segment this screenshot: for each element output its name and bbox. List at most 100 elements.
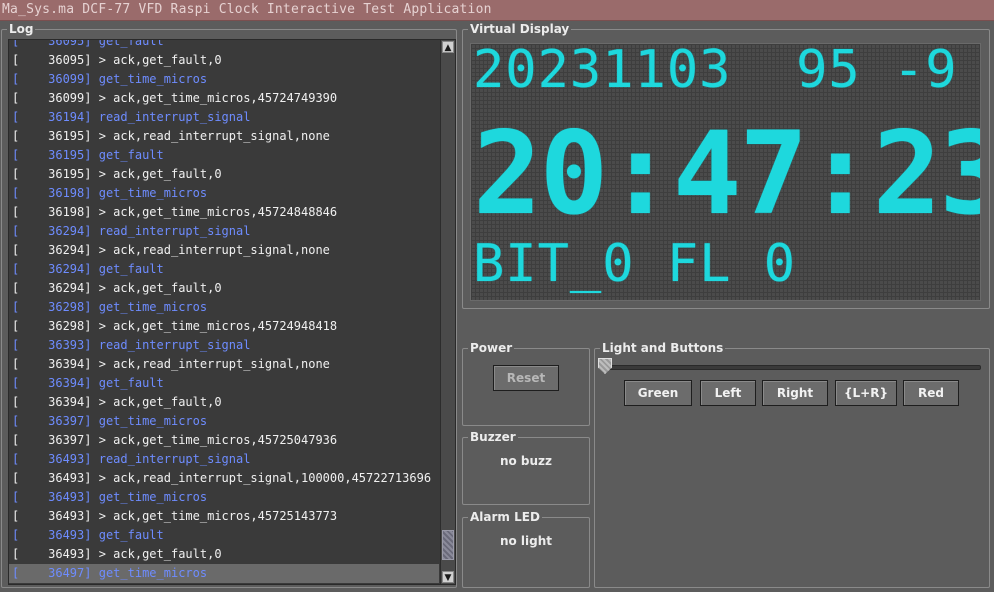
log-line[interactable]: [ 36099] get_time_micros	[9, 70, 439, 89]
scroll-down-icon[interactable]: ▼	[442, 571, 454, 583]
vfd-date-line: 20231103 95 -9	[473, 43, 958, 100]
log-timestamp: [ 36493]	[12, 528, 92, 542]
alarm-led-group: Alarm LED no light	[462, 509, 590, 588]
log-timestamp: [ 36493]	[12, 490, 92, 504]
reset-button[interactable]: Reset	[493, 365, 559, 391]
log-line[interactable]: [ 36294] get_fault	[9, 260, 439, 279]
log-message: > ack,get_time_micros,45724848846	[98, 205, 338, 219]
log-message: > ack,get_time_micros,45724948418	[98, 319, 338, 333]
log-timestamp: [ 36394]	[12, 376, 92, 390]
log-message: > ack,read_interrupt_signal,none	[98, 357, 330, 371]
log-message: get_time_micros	[98, 72, 208, 86]
light-slider[interactable]	[601, 365, 981, 370]
alarm-led-title: Alarm LED	[468, 509, 542, 525]
green-button[interactable]: Green	[624, 380, 692, 406]
log-timestamp: [ 36493]	[12, 471, 92, 485]
light-buttons-group: Light and Buttons Green Left Right {L+R}…	[594, 340, 990, 588]
right-button[interactable]: Right	[762, 380, 828, 406]
log-line[interactable]: [ 36198] get_time_micros	[9, 184, 439, 203]
scroll-up-icon[interactable]: ▲	[442, 41, 454, 53]
power-group: Power Reset	[462, 340, 590, 426]
window-title: Ma_Sys.ma DCF-77 VFD Raspi Clock Interac…	[2, 2, 492, 17]
buzzer-title: Buzzer	[468, 429, 518, 445]
log-group-title: Log	[7, 21, 36, 37]
log-line[interactable]: [ 36095] get_fault	[9, 39, 439, 51]
log-line[interactable]: [ 36095] > ack,get_fault,0	[9, 51, 439, 70]
log-message: get_time_micros	[98, 490, 208, 504]
log-timestamp: [ 36493]	[12, 509, 92, 523]
log-line[interactable]: [ 36493] > ack,get_fault,0	[9, 545, 439, 564]
log-line[interactable]: [ 36198] > ack,get_time_micros,457248488…	[9, 203, 439, 222]
log-line[interactable]: [ 36195] get_fault	[9, 146, 439, 165]
vfd-time-line: 20:47:23	[473, 107, 981, 240]
log-line[interactable]: [ 36397] > ack,get_time_micros,457250479…	[9, 431, 439, 450]
log-line[interactable]: [ 36393] read_interrupt_signal	[9, 336, 439, 355]
vfd-status-line: BIT_0 FL 0	[473, 234, 797, 294]
log-message: > ack,get_time_micros,45725143773	[98, 509, 338, 523]
log-message: get_fault	[98, 528, 164, 542]
log-message: read_interrupt_signal	[98, 224, 251, 238]
log-timestamp: [ 36394]	[12, 395, 92, 409]
log-message: > ack,get_fault,0	[98, 547, 222, 561]
log-line[interactable]: [ 36099] > ack,get_time_micros,457247493…	[9, 89, 439, 108]
log-line[interactable]: [ 36194] read_interrupt_signal	[9, 108, 439, 127]
log-line[interactable]: [ 36195] > ack,read_interrupt_signal,non…	[9, 127, 439, 146]
power-title: Power	[468, 340, 515, 356]
log-line[interactable]: [ 36493] > ack,get_time_micros,457251437…	[9, 507, 439, 526]
light-slider-handle[interactable]	[598, 358, 612, 374]
log-scrollbar[interactable]: ▲ ▼	[440, 40, 455, 584]
log-timestamp: [ 36099]	[12, 72, 92, 86]
log-timestamp: [ 36294]	[12, 243, 92, 257]
log-line[interactable]: [ 36493] read_interrupt_signal	[9, 450, 439, 469]
log-lines: [ 36095] get_fault[ 36095] > ack,get_fau…	[9, 39, 439, 583]
log-group: Log [ 36095] get_fault[ 36095] > ack,get…	[1, 21, 457, 588]
log-line[interactable]: [ 36394] get_fault	[9, 374, 439, 393]
alarm-led-status: no light	[499, 534, 553, 548]
log-timestamp: [ 36493]	[12, 547, 92, 561]
log-message: > ack,get_fault,0	[98, 395, 222, 409]
log-line[interactable]: [ 36195] > ack,get_fault,0	[9, 165, 439, 184]
light-buttons-title: Light and Buttons	[600, 340, 726, 356]
log-message: get_time_micros	[98, 186, 208, 200]
log-line[interactable]: [ 36493] get_fault	[9, 526, 439, 545]
log-timestamp: [ 36294]	[12, 262, 92, 276]
log-timestamp: [ 36194]	[12, 110, 92, 124]
left-button[interactable]: Left	[700, 380, 756, 406]
log-line[interactable]: [ 36394] > ack,read_interrupt_signal,non…	[9, 355, 439, 374]
log-line[interactable]: [ 36397] get_time_micros	[9, 412, 439, 431]
log-line[interactable]: [ 36394] > ack,get_fault,0	[9, 393, 439, 412]
log-timestamp: [ 36294]	[12, 224, 92, 238]
log-line[interactable]: [ 36294] > ack,get_fault,0	[9, 279, 439, 298]
log-timestamp: [ 36195]	[12, 148, 92, 162]
log-timestamp: [ 36493]	[12, 452, 92, 466]
log-message: > ack,read_interrupt_signal,none	[98, 243, 330, 257]
left-right-button[interactable]: {L+R}	[835, 380, 897, 406]
log-message: get_fault	[98, 39, 164, 48]
log-timestamp: [ 36198]	[12, 205, 92, 219]
log-line[interactable]: [ 36493] > ack,read_interrupt_signal,100…	[9, 469, 439, 488]
log-line[interactable]: [ 36497] get_time_micros	[9, 564, 439, 583]
log-timestamp: [ 36195]	[12, 129, 92, 143]
log-message: get_time_micros	[98, 414, 208, 428]
log-message: > ack,get_time_micros,45724749390	[98, 91, 338, 105]
log-message: get_fault	[98, 376, 164, 390]
log-message: get_fault	[98, 262, 164, 276]
log-line[interactable]: [ 36493] get_time_micros	[9, 488, 439, 507]
log-timestamp: [ 36397]	[12, 433, 92, 447]
log-line[interactable]: [ 36294] > ack,read_interrupt_signal,non…	[9, 241, 439, 260]
log-timestamp: [ 36393]	[12, 338, 92, 352]
log-message: > ack,get_fault,0	[98, 281, 222, 295]
log-timestamp: [ 36095]	[12, 39, 92, 48]
log-list[interactable]: [ 36095] get_fault[ 36095] > ack,get_fau…	[8, 39, 456, 585]
log-line[interactable]: [ 36294] read_interrupt_signal	[9, 222, 439, 241]
log-message: > ack,get_fault,0	[98, 167, 222, 181]
log-timestamp: [ 36095]	[12, 53, 92, 67]
red-button[interactable]: Red	[903, 380, 959, 406]
log-message: get_fault	[98, 148, 164, 162]
scrollbar-thumb[interactable]	[442, 530, 454, 560]
log-line[interactable]: [ 36298] get_time_micros	[9, 298, 439, 317]
log-message: > ack,get_fault,0	[98, 53, 222, 67]
log-message: > ack,read_interrupt_signal,100000,45722…	[98, 471, 432, 485]
buzzer-group: Buzzer no buzz	[462, 429, 590, 505]
log-line[interactable]: [ 36298] > ack,get_time_micros,457249484…	[9, 317, 439, 336]
